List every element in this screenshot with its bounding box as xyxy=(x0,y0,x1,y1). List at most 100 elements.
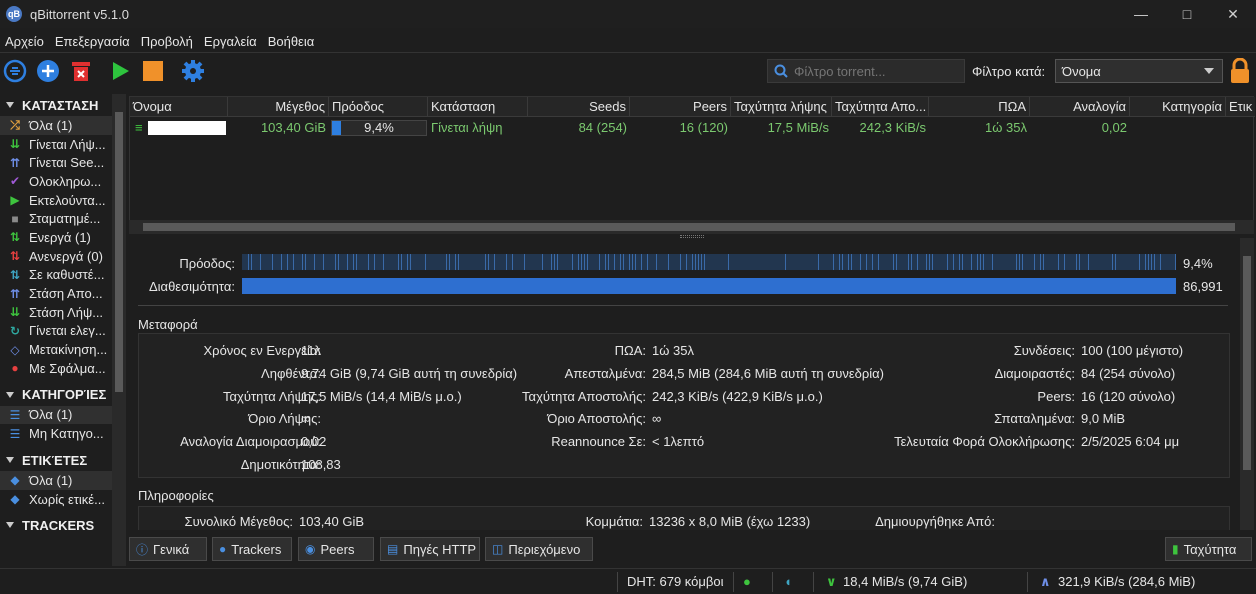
hscroll-thumb[interactable] xyxy=(143,223,1235,231)
col-eta[interactable]: ΠΩΑ xyxy=(929,97,1030,117)
add-link-button[interactable] xyxy=(2,58,28,84)
sidebar-item-label: Στάση Λήψ... xyxy=(29,304,104,320)
filter-select[interactable]: Όνομα xyxy=(1055,59,1223,83)
tab-content[interactable]: ◫ Περιεχόμενο xyxy=(485,537,593,561)
row-down-speed: 17,5 MiB/s xyxy=(767,120,829,135)
window-title: qBittorrent v5.1.0 xyxy=(30,6,129,22)
col-progress[interactable]: Πρόοδος xyxy=(329,97,428,117)
sidebar-tag-all[interactable]: ◆ Όλα (1) xyxy=(0,471,112,490)
menu-file[interactable]: Αρχείο xyxy=(0,34,50,49)
total-size-label: Συνολικό Μέγεθος: xyxy=(184,514,293,529)
sidebar-status-item[interactable]: ▶ Εκτελούντα... xyxy=(0,191,112,210)
sidebar-category-uncategorized[interactable]: ☰ Μη Κατηγο... xyxy=(0,424,112,443)
transfer-field-label: Peers: xyxy=(1037,388,1075,404)
col-up-speed[interactable]: Ταχύτητα Απο... xyxy=(832,97,929,117)
sidebar-status-item[interactable]: ◇ Μετακίνηση... xyxy=(0,340,112,359)
menu-edit[interactable]: Επεξεργασία xyxy=(50,34,136,49)
col-category[interactable]: Κατηγορία xyxy=(1130,97,1226,117)
col-seeds[interactable]: Seeds xyxy=(528,97,630,117)
transfer-section-title: Μεταφορά xyxy=(138,317,198,332)
row-up-speed: 242,3 KiB/s xyxy=(859,120,927,135)
start-button[interactable] xyxy=(107,58,133,84)
refresh-icon: ↻ xyxy=(9,323,21,338)
transfer-field-value: 84 (254 σύνολο) xyxy=(1081,365,1176,381)
minimize-button[interactable]: — xyxy=(1118,0,1164,28)
details-vscrollbar[interactable] xyxy=(1240,238,1254,530)
link-icon xyxy=(3,59,27,83)
row-ratio: 0,02 xyxy=(1101,120,1127,135)
menu-tools[interactable]: Εργαλεία xyxy=(199,34,263,49)
speedometer-icon[interactable]: ◖ xyxy=(784,574,792,589)
torrent-name-redacted xyxy=(148,121,226,135)
trackers-section-header[interactable]: TRACKERS xyxy=(0,514,126,536)
play-icon xyxy=(113,62,129,80)
col-status[interactable]: Κατάσταση xyxy=(428,97,528,117)
plus-icon xyxy=(37,60,59,82)
transfer-field-label: Διαμοιραστές: xyxy=(994,365,1075,381)
download-speed[interactable]: 18,4 MiB/s (9,74 GiB) xyxy=(843,574,967,589)
transfer-field-label: Όριο Αποστολής: xyxy=(547,411,646,427)
sidebar-status-item[interactable]: ⇈ Στάση Απο... xyxy=(0,284,112,303)
sidebar-status-item[interactable]: ⇊ Γίνεται Λήψ... xyxy=(0,135,112,154)
upload-speed[interactable]: 321,9 KiB/s (284,6 MiB) xyxy=(1058,574,1195,589)
col-peers[interactable]: Peers xyxy=(630,97,731,117)
transfer-field-value: 0,02 xyxy=(301,434,327,450)
sidebar-status-item[interactable]: ⇅ Ενεργά (1) xyxy=(0,228,112,247)
torrent-list-hscrollbar[interactable] xyxy=(129,220,1254,234)
sidebar-status-item[interactable]: ⤮ Όλα (1) xyxy=(0,116,112,135)
close-button[interactable]: ✕ xyxy=(1210,0,1256,28)
menu-view[interactable]: Προβολή xyxy=(136,34,199,49)
sidebar-item-label: Με Σφάλμα... xyxy=(29,360,106,376)
col-size[interactable]: Μέγεθος xyxy=(228,97,329,117)
sidebar-status-item[interactable]: ⇅ Σε καθυστέ... xyxy=(0,266,112,285)
dht-status: DHT: 679 κόμβοι xyxy=(627,574,724,589)
sidebar-status-item[interactable]: ✔ Ολοκληρω... xyxy=(0,172,112,191)
col-name[interactable]: Όνομα xyxy=(130,97,228,117)
upload-icon: ⇈ xyxy=(9,286,21,301)
pieces-value: 13236 x 8,0 MiB (έχω 1233) xyxy=(649,514,811,529)
transfer-field-value: 108,83 xyxy=(301,457,341,472)
row-progress-text: 9,4% xyxy=(364,120,394,135)
sidebar-status-item[interactable]: ⇅ Ανενεργά (0) xyxy=(0,247,112,266)
stop-button[interactable] xyxy=(140,58,166,84)
sidebar-status-item[interactable]: ■ Σταματημέ... xyxy=(0,209,112,228)
sidebar-scroll-thumb[interactable] xyxy=(115,112,123,392)
settings-button[interactable] xyxy=(180,58,206,84)
delete-button[interactable] xyxy=(68,58,94,84)
tab-peers[interactable]: ◉ Peers xyxy=(298,537,374,561)
col-ratio[interactable]: Αναλογία xyxy=(1030,97,1130,117)
menu-bar: Αρχείο Επεξεργασία Προβολή Εργαλεία Βοήθ… xyxy=(0,30,320,52)
tab-http-sources[interactable]: ▤ Πηγές HTTP xyxy=(380,537,480,561)
info-icon: ⓘ xyxy=(136,542,149,557)
sidebar-status-item[interactable]: ● Με Σφάλμα... xyxy=(0,359,112,378)
tab-trackers[interactable]: ● Trackers xyxy=(212,537,292,561)
tab-general[interactable]: ⓘ Γενικά xyxy=(129,537,207,561)
status-section-header[interactable]: ΚΑΤΆΣΤΑΣΗ xyxy=(0,94,126,116)
sidebar-scrollbar[interactable] xyxy=(112,94,126,566)
transfer-field-label: Αναλογία Διαμοιρασμού: xyxy=(180,434,321,450)
maximize-button[interactable]: □ xyxy=(1164,0,1210,28)
col-tags[interactable]: Ετικ xyxy=(1226,97,1255,117)
transfer-field-label: Ταχύτητα Αποστολής: xyxy=(522,388,646,404)
globe-icon[interactable]: ● xyxy=(743,574,751,589)
collapse-icon xyxy=(6,102,14,108)
sidebar-status-item[interactable]: ↻ Γίνεται ελεγ... xyxy=(0,322,112,341)
row-eta: 1ώ 35λ xyxy=(985,120,1027,135)
sidebar-tag-untagged[interactable]: ◆ Χωρίς ετικέ... xyxy=(0,490,112,509)
upload-speed-icon: ∧ xyxy=(1040,574,1051,589)
vscroll-thumb[interactable] xyxy=(1243,256,1251,470)
sidebar-status-item[interactable]: ⇊ Στάση Λήψ... xyxy=(0,303,112,322)
sidebar-item-label: Στάση Απο... xyxy=(29,286,103,302)
col-down-speed[interactable]: Ταχύτητα λήψης xyxy=(731,97,832,117)
menu-help[interactable]: Βοήθεια xyxy=(263,34,321,49)
sidebar-status-item[interactable]: ⇈ Γίνεται See... xyxy=(0,153,112,172)
play-icon: ▶ xyxy=(10,193,20,208)
table-row[interactable]: ≡ 103,40 GiB 9,4% Γίνεται λήψη 84 (254) … xyxy=(130,118,1255,138)
categories-section-header[interactable]: ΚΑΤΗΓΟΡΊΕΣ xyxy=(0,384,126,406)
tags-section-header[interactable]: ΕΤΙΚΈΤΕΣ xyxy=(0,449,126,471)
lock-icon[interactable] xyxy=(1229,58,1251,84)
add-torrent-button[interactable] xyxy=(35,58,61,84)
sidebar-category-all[interactable]: ☰ Όλα (1) xyxy=(0,405,112,425)
speed-button[interactable]: ▮ Ταχύτητα xyxy=(1165,537,1252,561)
search-input[interactable] xyxy=(794,63,954,79)
